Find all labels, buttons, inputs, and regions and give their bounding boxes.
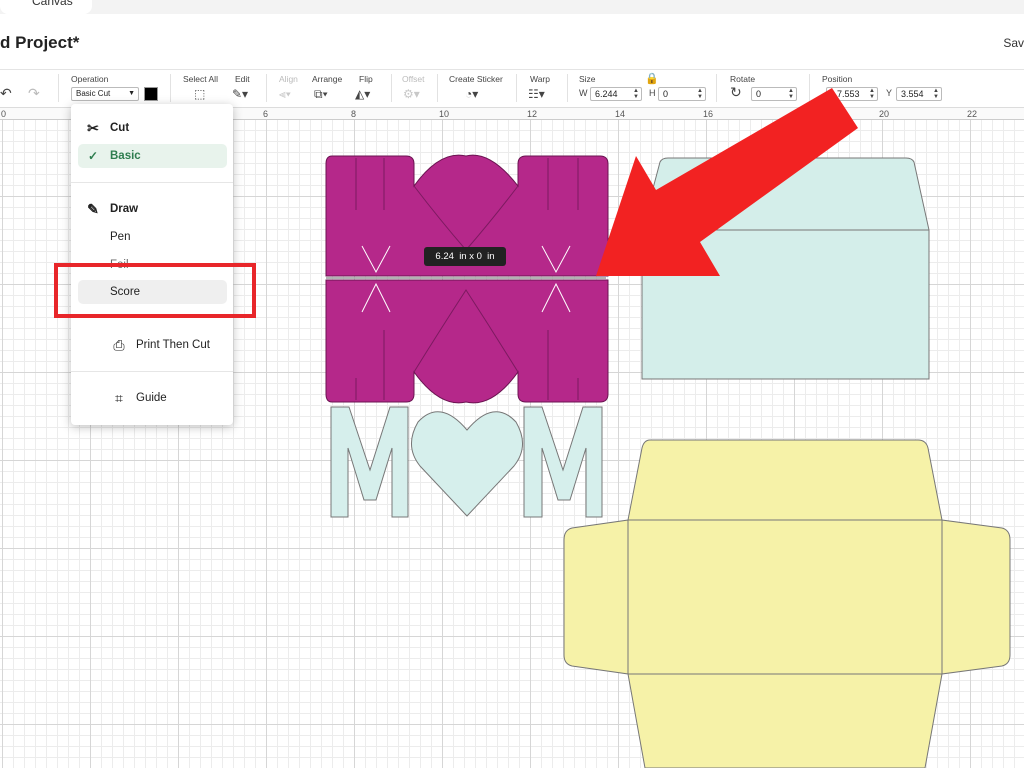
yellow-envelope-template[interactable]: [563, 439, 1011, 768]
menu-item-print-then-cut[interactable]: ⎙ Print Then Cut: [78, 333, 227, 357]
menu-divider: [71, 371, 233, 372]
scissors-icon: ✂: [87, 120, 99, 136]
menu-heading-cut: ✂ Cut: [78, 116, 227, 140]
mom-card-shape[interactable]: [325, 154, 609, 404]
score-highlight-annotation: [54, 263, 256, 318]
cricut-design-space-window: Canvas d Project* Sav ↶ ↷ Operation Basi…: [0, 0, 1024, 768]
menu-divider: [71, 182, 233, 183]
check-icon: ✓: [88, 149, 99, 163]
mom-text-shape[interactable]: [330, 406, 603, 518]
menu-item-print-then-cut-label: Print Then Cut: [136, 339, 210, 351]
menu-heading-draw-label: Draw: [110, 203, 139, 215]
menu-heading-cut-label: Cut: [110, 122, 130, 134]
menu-item-pen[interactable]: Pen: [78, 225, 227, 249]
printer-icon: ⎙: [113, 337, 125, 353]
pen-icon: ✎: [87, 201, 99, 217]
menu-item-guide[interactable]: ⌗ Guide: [78, 386, 227, 410]
menu-item-basic-cut[interactable]: ✓ Basic: [78, 144, 227, 168]
hash-icon: ⌗: [115, 390, 123, 406]
menu-item-pen-label: Pen: [110, 231, 131, 243]
dimension-tooltip: 6.24 in x 0 in: [424, 247, 506, 266]
menu-item-guide-label: Guide: [136, 392, 167, 404]
menu-item-basic-label: Basic: [110, 150, 141, 162]
menu-heading-draw: ✎ Draw: [78, 197, 227, 221]
